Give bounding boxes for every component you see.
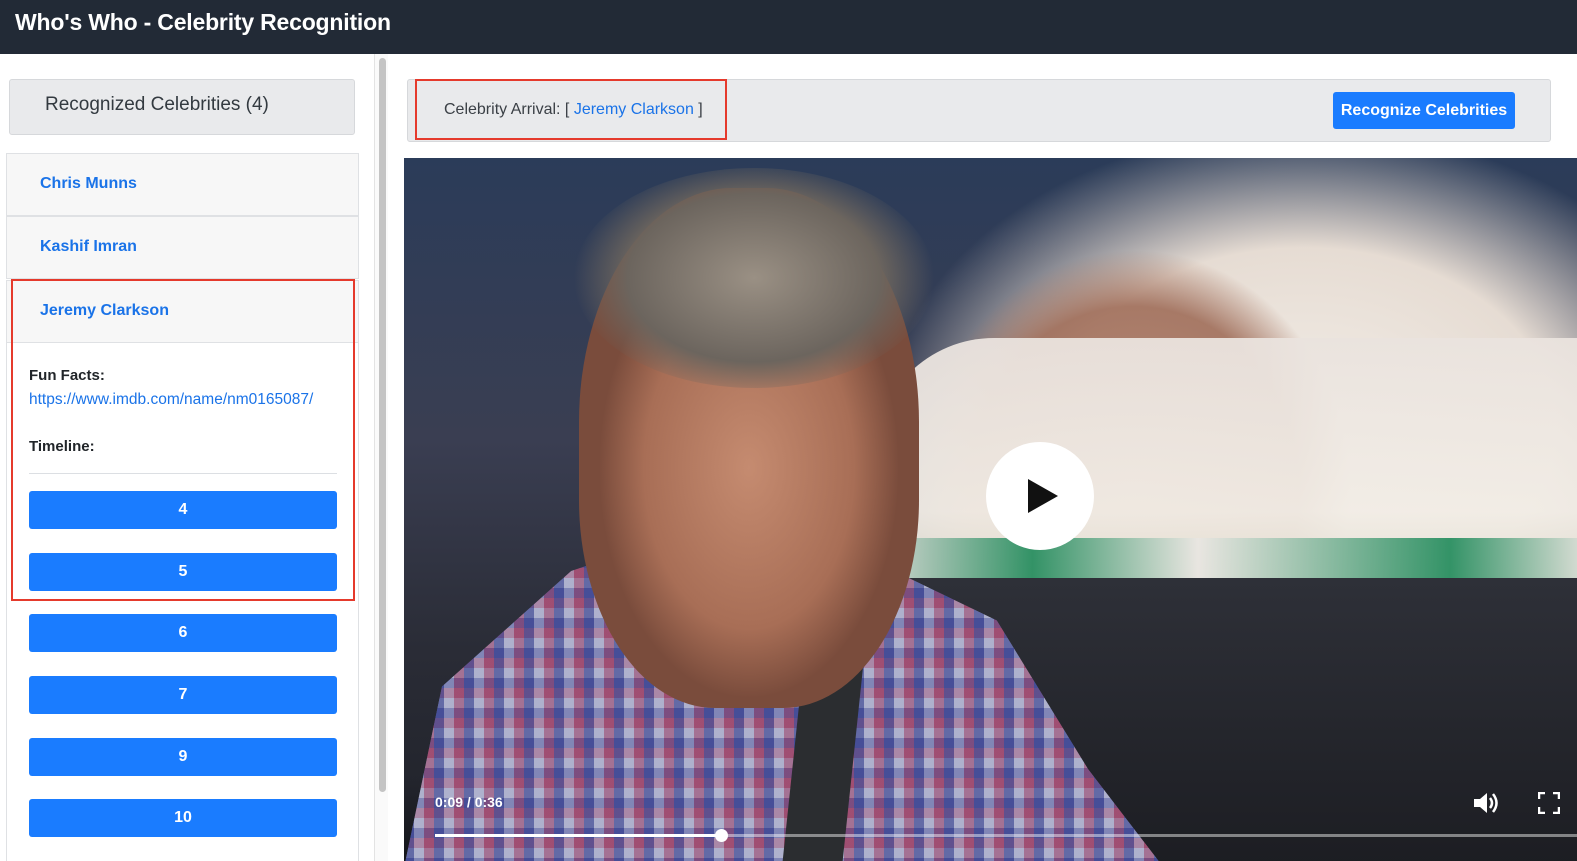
timeline-label: Timeline: [29,438,95,455]
volume-icon[interactable] [1472,790,1500,816]
celebrity-name[interactable]: Jeremy Clarkson [40,302,169,320]
timeline-button[interactable]: 6 [29,614,337,652]
video-progress-bar[interactable] [435,829,1577,842]
play-button[interactable] [986,442,1094,550]
play-icon [1028,479,1058,513]
arrival-bar: Celebrity Arrival: [ Jeremy Clarkson ] R… [407,79,1551,142]
scrollbar-thumb[interactable] [379,58,386,792]
timeline-button[interactable]: 9 [29,738,337,776]
arrival-prefix: Celebrity Arrival: [ [444,101,574,118]
celebrity-name[interactable]: Chris Munns [40,175,137,193]
navbar: Who's Who - Celebrity Recognition [0,0,1577,54]
celebrity-item-kashif-imran[interactable]: Kashif Imran [6,216,359,279]
celebrity-name[interactable]: Kashif Imran [40,238,137,256]
timeline-button[interactable]: 5 [29,553,337,591]
sidebar: Recognized Celebrities (4) Chris Munns K… [0,54,374,861]
celebrity-item-chris-munns[interactable]: Chris Munns [6,153,359,216]
arrival-name-link[interactable]: Jeremy Clarkson [574,101,694,118]
sidebar-scrollbar[interactable] [374,54,388,861]
video-time: 0:09 / 0:36 [435,794,503,810]
arrival-suffix: ] [693,101,703,118]
fun-facts-link[interactable]: https://www.imdb.com/name/nm0165087/ [29,391,313,409]
timeline-divider [29,473,337,474]
timeline-button[interactable]: 7 [29,676,337,714]
recognized-celebrities-header: Recognized Celebrities (4) [9,79,355,135]
progress-handle[interactable] [714,829,728,842]
celebrity-arrival: Celebrity Arrival: [ Jeremy Clarkson ] [444,101,703,119]
timeline-button[interactable]: 4 [29,491,337,529]
video-player[interactable]: 0:09 / 0:36 [404,158,1577,861]
celebrity-item-jeremy-clarkson[interactable]: Jeremy Clarkson [6,280,359,343]
video-frame-hair [574,168,934,388]
fullscreen-icon[interactable] [1538,792,1560,814]
celebrity-details-panel: Fun Facts: https://www.imdb.com/name/nm0… [6,343,359,861]
progress-fill [435,834,721,837]
fun-facts-label: Fun Facts: [29,367,105,384]
recognize-celebrities-button[interactable]: Recognize Celebrities [1333,92,1515,129]
app-title: Who's Who - Celebrity Recognition [15,9,391,35]
timeline-button[interactable]: 10 [29,799,337,837]
recognized-celebrities-title: Recognized Celebrities (4) [45,94,269,115]
